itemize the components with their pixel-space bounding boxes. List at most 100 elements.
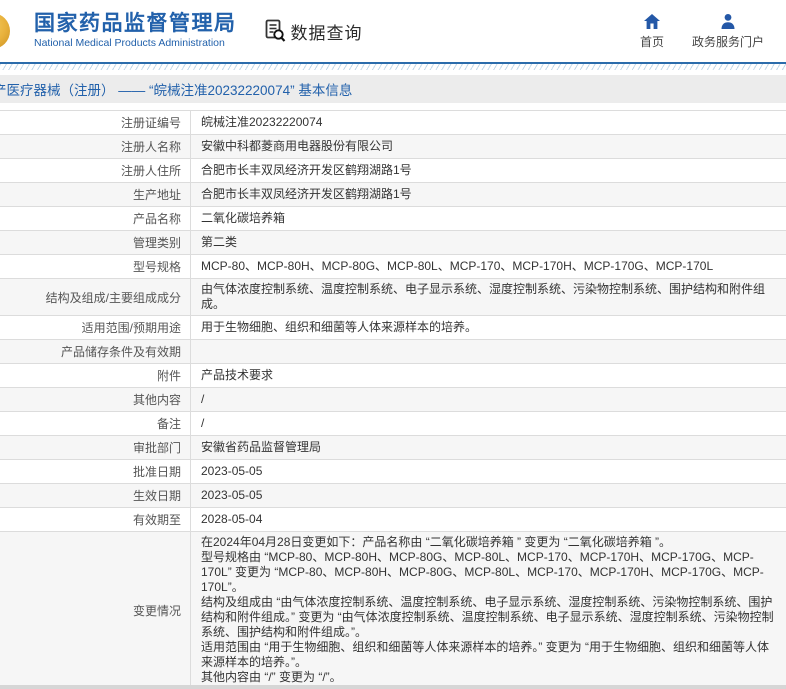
nav-gov-portal-label: 政务服务门户 [691,34,764,49]
row-value: 由气体浓度控制系统、温度控制系统、电子显示系统、湿度控制系统、污染物控制系统、围… [191,279,786,315]
row-value: 合肥市长丰双凤经济开发区鹤翔湖路1号 [191,183,786,206]
row-label: 注册人住所 [0,159,191,182]
header-nav: 首页 政务服务门户 [640,13,786,50]
row-value: 在2024年04月28日变更如下：产品名称由 “二氧化碳培养箱 ” 变更为 “二… [191,532,786,688]
row-value-text: 2023-05-05 [201,464,263,478]
row-label-text: 产品储存条件及有效期 [60,345,181,359]
breadcrumb: 产医疗器械（注册） —— “皖械注准20232220074” 基本信息 [0,83,353,98]
row-value: / [191,388,786,411]
row-value-text: 2028-05-04 [201,512,263,526]
row-label: 型号规格 [0,255,191,278]
table-row: 变更情况 在2024年04月28日变更如下：产品名称由 “二氧化碳培养箱 ” 变更… [0,532,786,689]
table-row: 管理类别 第二类 [0,231,786,255]
row-value-text: 合肥市长丰双凤经济开发区鹤翔湖路1号 [201,187,412,201]
row-label-text: 注册人住所 [120,164,181,178]
row-label-text: 管理类别 [132,236,181,250]
nav-home[interactable]: 首页 [640,13,664,50]
table-row: 产品名称 二氧化碳培养箱 [0,207,786,231]
row-label: 审批部门 [0,436,191,459]
row-value-text: 皖械注准20232220074 [201,115,323,129]
row-label: 生效日期 [0,484,191,507]
table-row: 产品储存条件及有效期 [0,340,786,364]
user-icon [719,13,737,30]
row-label-text: 生效日期 [132,489,181,503]
row-label-text: 产品名称 [132,212,181,226]
row-label: 注册人名称 [0,135,191,158]
row-value: 2023-05-05 [191,484,786,507]
footer-strip [0,685,786,689]
row-value-text: 安徽中科都菱商用电器股份有限公司 [201,139,394,153]
info-table: 注册证编号 皖械注准20232220074 注册人名称 安徽中科都菱商用电器股份有限公… [0,110,786,689]
row-label-text: 附件 [156,369,181,383]
row-value: 安徽省药品监督管理局 [191,436,786,459]
row-label: 生产地址 [0,183,191,206]
table-row: 生产地址 合肥市长丰双凤经济开发区鹤翔湖路1号 [0,183,786,207]
row-value: 产品技术要求 [191,364,786,387]
row-value-text: 合肥市长丰双凤经济开发区鹤翔湖路1号 [201,163,412,177]
table-row: 型号规格 MCP-80、MCP-80H、MCP-80G、MCP-80L、MCP-1… [0,255,786,279]
row-label-text: 备注 [156,417,181,431]
row-label: 变更情况 [0,532,191,688]
row-value: 合肥市长丰双凤经济开发区鹤翔湖路1号 [191,159,786,182]
site-subtitle: National Medical Products Administration [34,37,225,50]
row-value: / [191,412,786,435]
row-value: 用于生物细胞、组织和细菌等人体来源样本的培养。 [191,316,786,339]
row-label-text: 型号规格 [132,260,181,274]
row-value-text: 二氧化碳培养箱 [201,211,286,225]
row-value [191,340,786,363]
row-value: 2028-05-04 [191,508,786,531]
brand-block: 国家药品监督管理局 National Medical Products Admi… [34,12,237,50]
row-label-text: 审批部门 [132,441,181,455]
row-label-text: 结构及组成/主要组成成分 [45,290,181,305]
row-label: 附件 [0,364,191,387]
row-value-text: 由气体浓度控制系统、温度控制系统、电子显示系统、湿度控制系统、污染物控制系统、围… [201,282,766,311]
nav-gov-portal[interactable]: 政务服务门户 [692,13,764,50]
data-query-section[interactable]: 数据查询 [263,18,363,44]
row-value: 皖械注准20232220074 [191,111,786,134]
row-value-text: / [201,416,205,430]
table-row: 附件 产品技术要求 [0,364,786,388]
row-value: 第二类 [191,231,786,254]
national-emblem-icon [0,13,10,49]
row-label: 批准日期 [0,460,191,483]
row-value-text: 安徽省药品监督管理局 [201,440,322,454]
home-icon [643,13,661,30]
table-row: 审批部门 安徽省药品监督管理局 [0,436,786,460]
row-value-text: MCP-80、MCP-80H、MCP-80G、MCP-80L、MCP-170、M… [201,259,714,273]
row-label-text: 变更情况 [132,603,181,618]
row-label: 其他内容 [0,388,191,411]
table-row: 备注 / [0,412,786,436]
row-value: MCP-80、MCP-80H、MCP-80G、MCP-80L、MCP-170、M… [191,255,786,278]
row-label-text: 生产地址 [132,188,181,202]
table-row: 批准日期 2023-05-05 [0,460,786,484]
row-label: 产品名称 [0,207,191,230]
table-row: 生效日期 2023-05-05 [0,484,786,508]
row-value: 2023-05-05 [191,460,786,483]
site-header: 国家药品监督管理局 National Medical Products Admi… [0,0,786,62]
row-label: 结构及组成/主要组成成分 [0,279,191,315]
row-label: 产品储存条件及有效期 [0,340,191,363]
table-row: 注册人名称 安徽中科都菱商用电器股份有限公司 [0,135,786,159]
row-value-text: 用于生物细胞、组织和细菌等人体来源样本的培养。 [201,320,478,334]
document-search-icon [263,18,287,44]
table-row: 适用范围/预期用途 用于生物细胞、组织和细菌等人体来源样本的培养。 [0,316,786,340]
row-value-text: 2023-05-05 [201,488,263,502]
site-title: 国家药品监督管理局 [34,12,237,36]
row-value-text: 第二类 [201,235,238,249]
row-label-text: 注册人名称 [120,140,181,154]
row-label: 管理类别 [0,231,191,254]
nav-home-label: 首页 [639,34,664,49]
row-label-text: 其他内容 [132,393,181,407]
row-label-text: 注册证编号 [120,116,181,130]
table-row: 结构及组成/主要组成成分 由气体浓度控制系统、温度控制系统、电子显示系统、湿度控制… [0,279,786,316]
row-label-text: 适用范围/预期用途 [81,321,181,335]
row-value: 二氧化碳培养箱 [191,207,786,230]
row-label: 有效期至 [0,508,191,531]
row-value: 安徽中科都菱商用电器股份有限公司 [191,135,786,158]
row-label-text: 批准日期 [132,465,181,479]
table-row: 其他内容 / [0,388,786,412]
row-label: 适用范围/预期用途 [0,316,191,339]
table-row: 注册人住所 合肥市长丰双凤经济开发区鹤翔湖路1号 [0,159,786,183]
row-value-text: 在2024年04月28日变更如下：产品名称由 “二氧化碳培养箱 ” 变更为 “二… [201,535,774,684]
row-value-text: / [201,392,205,406]
